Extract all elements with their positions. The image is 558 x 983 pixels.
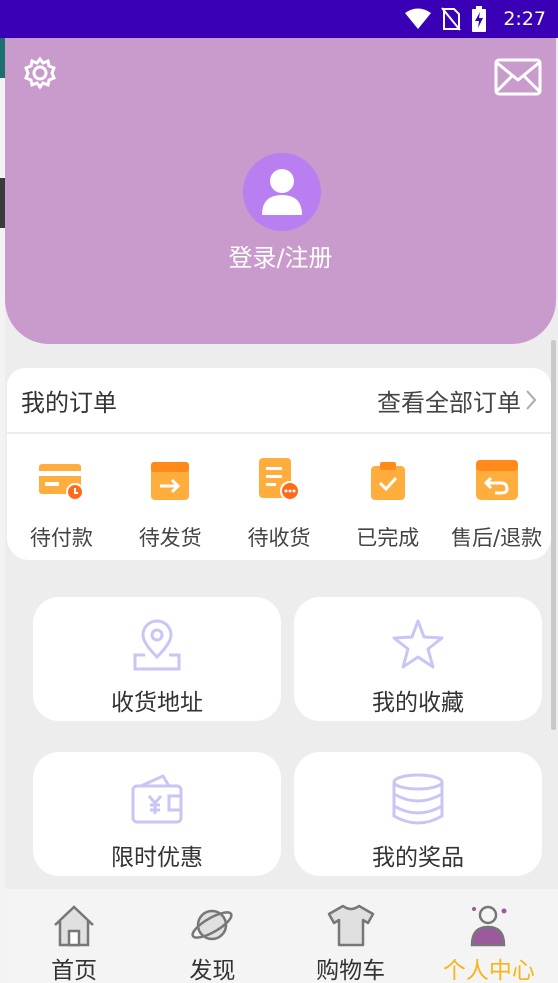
limited-offers-tile[interactable]: 限时优惠 [33, 752, 281, 876]
profile-icon [465, 903, 513, 947]
login-register-link[interactable]: 登录/注册 [5, 238, 556, 273]
tab-profile[interactable]: 个人中心 [420, 889, 558, 983]
shipping-address-tile[interactable]: 收货地址 [33, 597, 281, 721]
tab-home[interactable]: 首页 [5, 889, 143, 983]
order-pending-receipt[interactable]: 待收货 [225, 434, 334, 560]
view-all-orders-link[interactable]: 查看全部订单 [377, 383, 537, 418]
pending-shipment-icon [146, 454, 194, 502]
wallet-coupon-icon [127, 770, 187, 830]
order-pending-shipment-label: 待发货 [138, 526, 202, 550]
mail-icon[interactable] [494, 58, 542, 96]
tab-cart[interactable]: 购物车 [282, 889, 420, 983]
no-sim-icon [441, 7, 462, 31]
my-orders-title: 我的订单 [21, 388, 117, 417]
my-favorites-label: 我的收藏 [372, 690, 464, 716]
my-favorites-tile[interactable]: 我的收藏 [294, 597, 542, 721]
location-pin-icon [127, 615, 187, 675]
star-icon [388, 615, 448, 675]
tab-cart-label: 购物车 [316, 958, 386, 983]
wifi-icon [405, 8, 432, 30]
limited-offers-label: 限时优惠 [111, 845, 203, 871]
planet-icon [188, 903, 236, 947]
bottom-tab-bar: 首页 发现 购物车 个人中心 [5, 889, 558, 983]
tshirt-icon [327, 903, 375, 947]
order-pending-shipment[interactable]: 待发货 [116, 434, 225, 560]
pending-receipt-icon [255, 454, 303, 502]
shipping-address-label: 收货地址 [111, 690, 203, 716]
after-sales-refund-icon [473, 454, 521, 502]
my-prizes-label: 我的奖品 [372, 845, 464, 871]
clock: 2:27 [503, 8, 546, 30]
completed-icon [364, 454, 412, 502]
profile-header: 登录/注册 [5, 38, 556, 344]
pending-payment-icon [37, 454, 85, 502]
order-pending-payment[interactable]: 待付款 [7, 434, 116, 560]
chevron-right-icon [526, 390, 537, 410]
order-pending-receipt-label: 待收货 [247, 526, 311, 550]
tab-discover[interactable]: 发现 [143, 889, 281, 983]
order-after-sales-label: 售后/退款 [451, 526, 543, 550]
status-bar: 2:27 [0, 0, 558, 38]
home-icon [50, 903, 98, 947]
view-all-orders-label: 查看全部订单 [377, 388, 521, 417]
coin-stack-icon [388, 770, 448, 830]
order-completed-label: 已完成 [356, 526, 420, 550]
order-completed[interactable]: 已完成 [333, 434, 442, 560]
my-orders-header: 我的订单 查看全部订单 [7, 368, 551, 432]
gear-icon[interactable] [23, 56, 57, 90]
battery-charging-icon [471, 6, 487, 32]
order-status-row: 待付款 待发货 待收货 已完成 售后/退款 [7, 434, 551, 560]
tab-profile-label: 个人中心 [442, 958, 535, 983]
user-avatar-icon[interactable] [243, 153, 321, 231]
order-after-sales[interactable]: 售后/退款 [442, 434, 551, 560]
tab-home-label: 首页 [51, 958, 98, 983]
tab-discover-label: 发现 [189, 958, 236, 983]
my-prizes-tile[interactable]: 我的奖品 [294, 752, 542, 876]
scrollbar[interactable] [551, 340, 556, 730]
order-pending-payment-label: 待付款 [29, 526, 93, 550]
